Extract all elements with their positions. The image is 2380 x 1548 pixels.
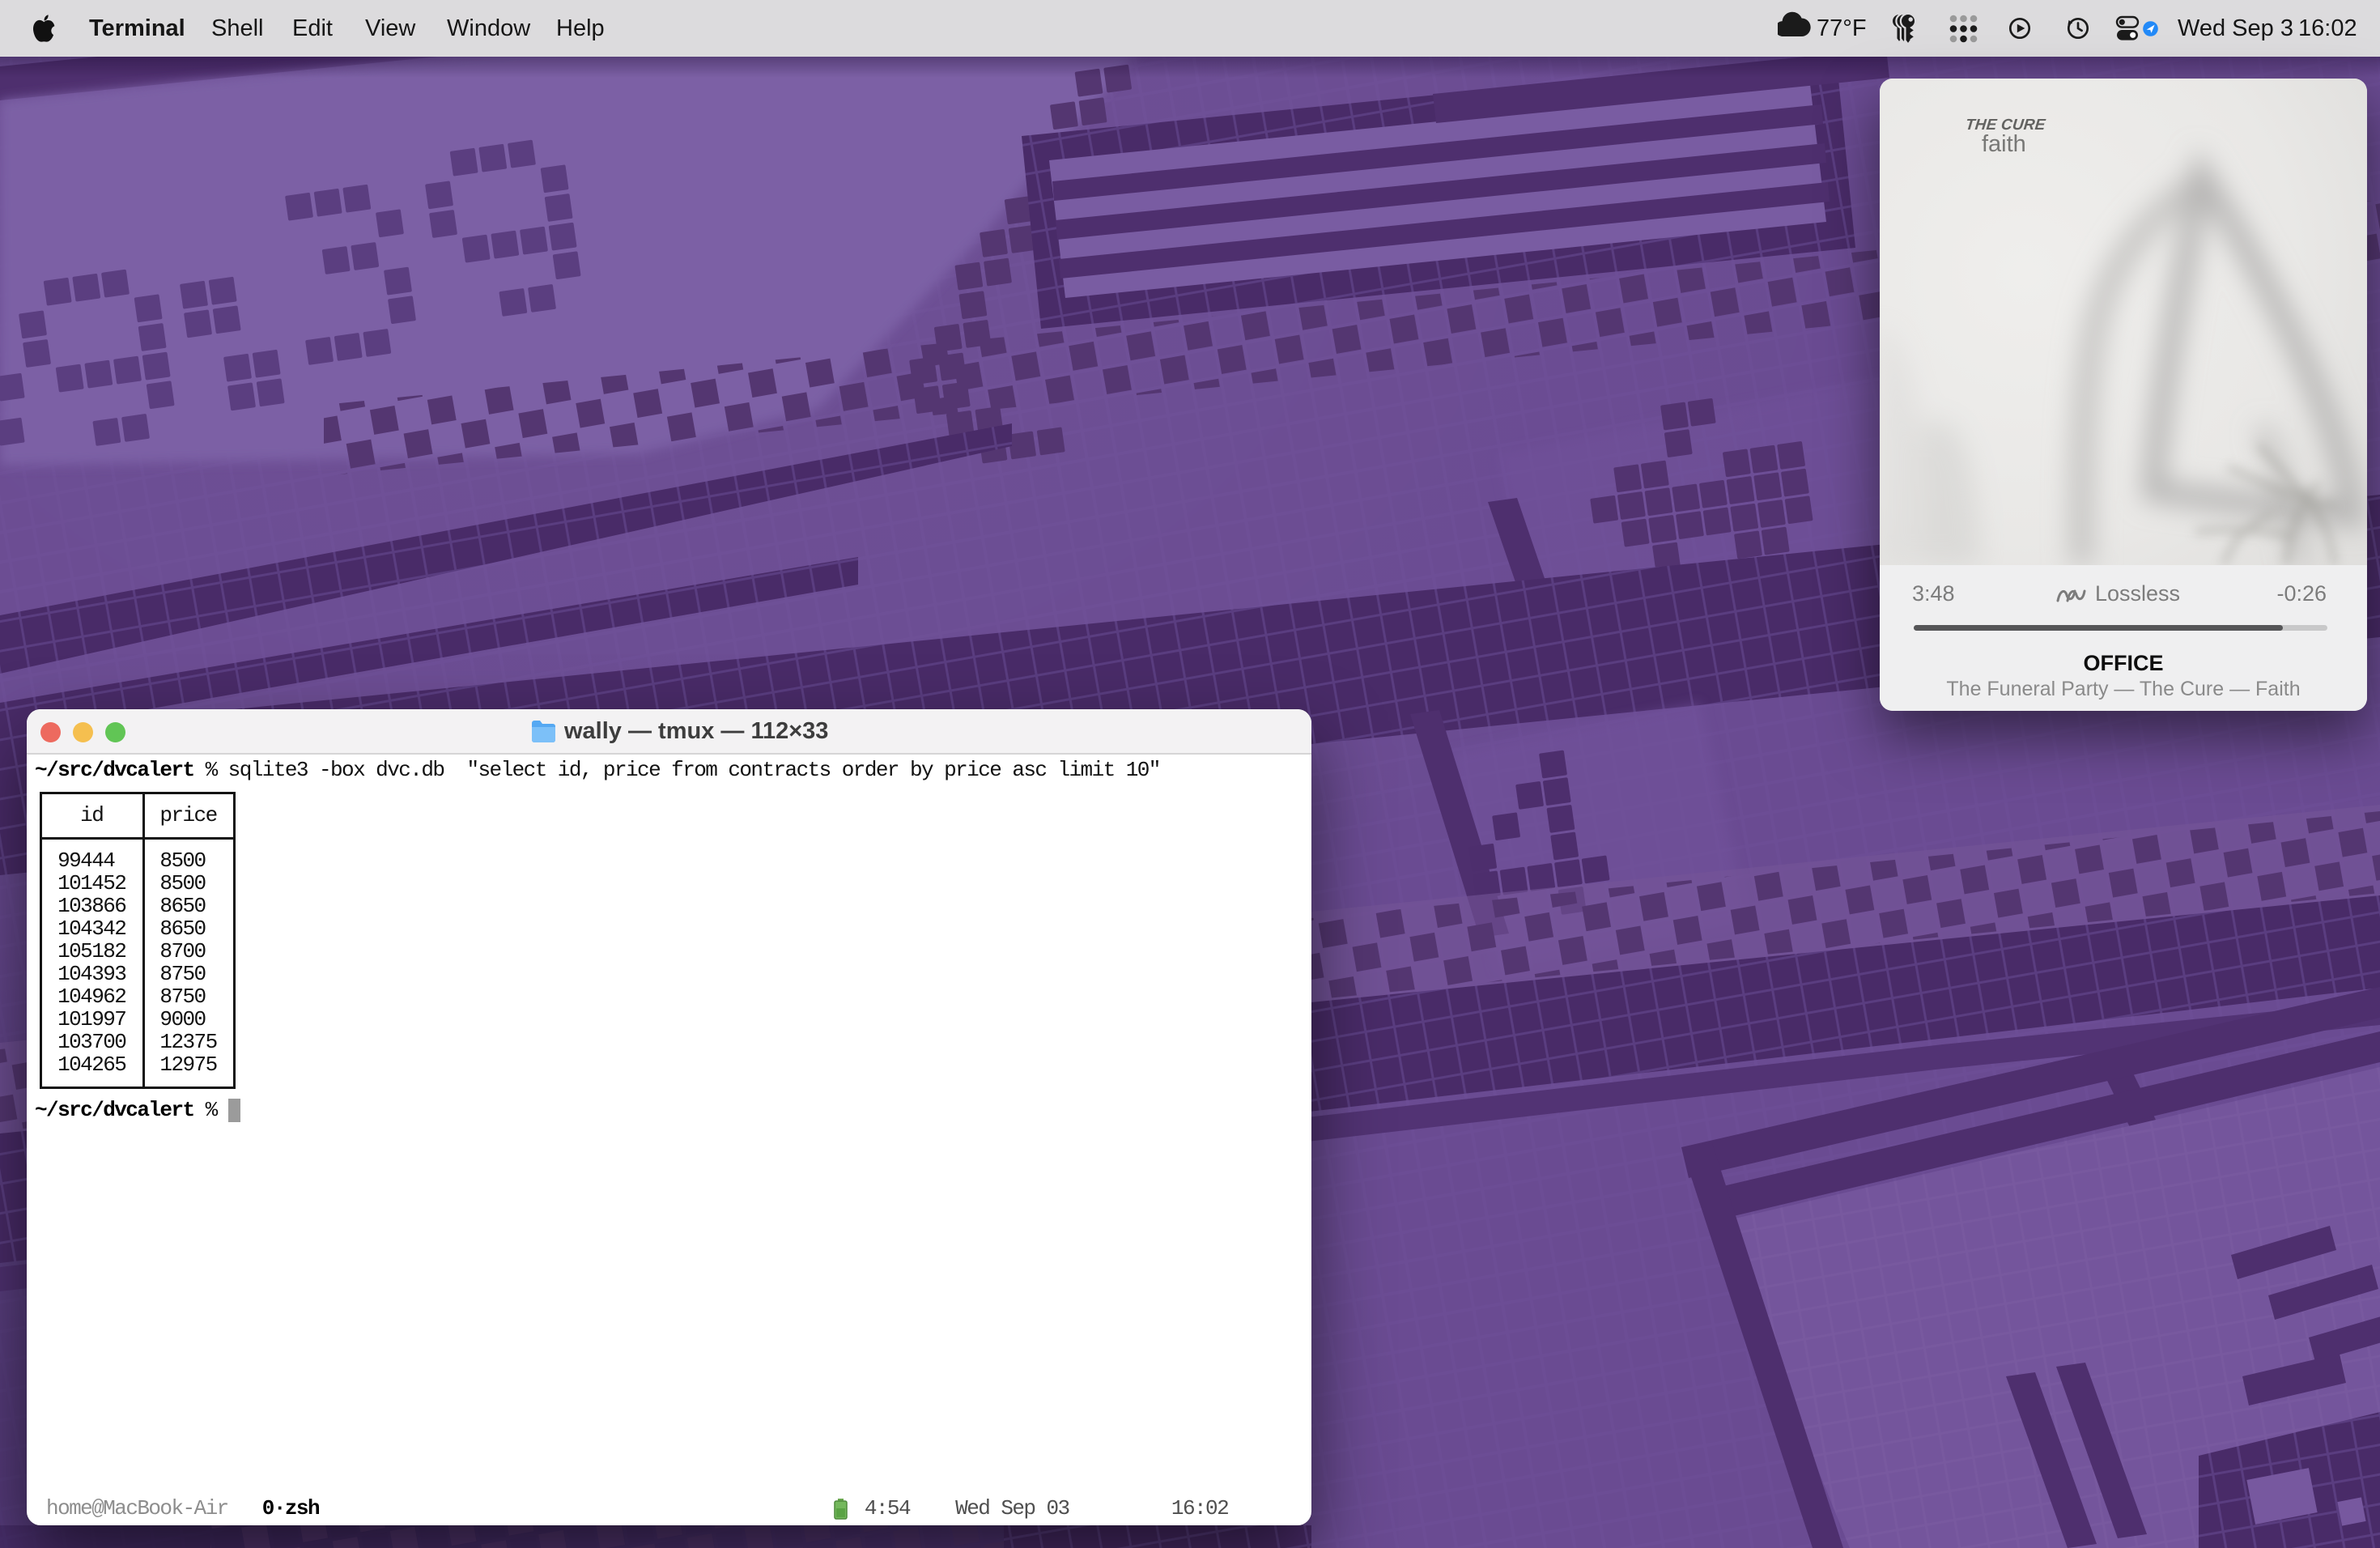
svg-text:faith: faith bbox=[1982, 131, 2026, 157]
